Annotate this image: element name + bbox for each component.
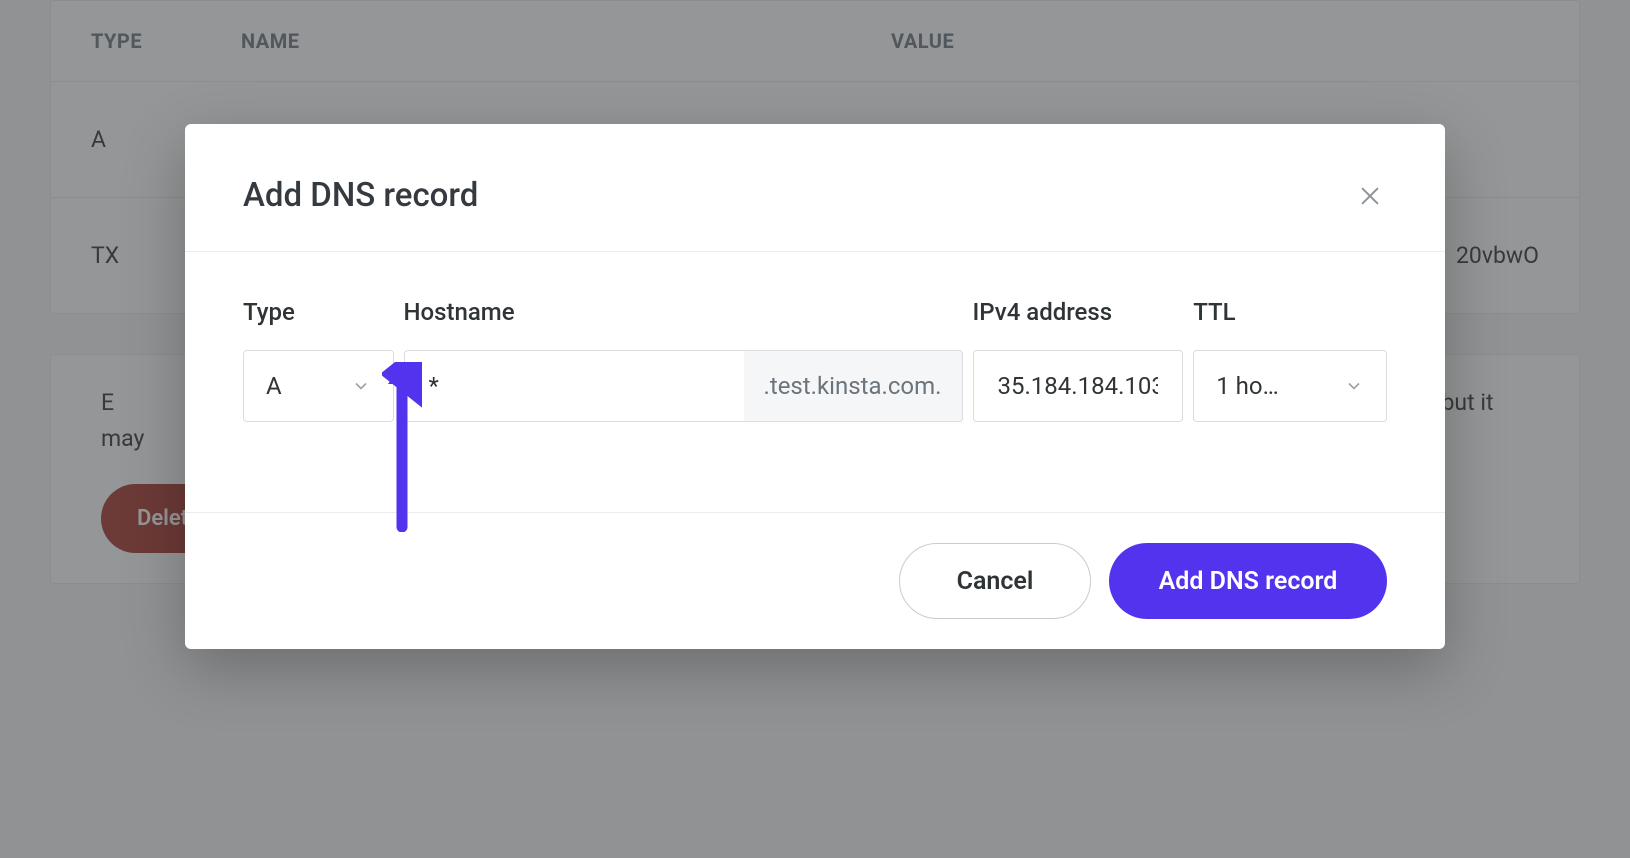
ttl-select[interactable]: 1 ho… bbox=[1193, 350, 1387, 422]
ipv4-input[interactable] bbox=[996, 351, 1161, 421]
close-button[interactable] bbox=[1353, 179, 1387, 213]
label-type: Type bbox=[243, 298, 394, 326]
field-ipv4: IPv4 address bbox=[973, 298, 1184, 422]
submit-label: Add DNS record bbox=[1159, 567, 1338, 596]
cancel-button[interactable]: Cancel bbox=[899, 543, 1091, 619]
modal-header: Add DNS record bbox=[185, 124, 1445, 252]
label-ttl: TTL bbox=[1193, 298, 1387, 326]
field-ttl: TTL 1 ho… bbox=[1193, 298, 1387, 422]
submit-button[interactable]: Add DNS record bbox=[1109, 543, 1387, 619]
cancel-label: Cancel bbox=[957, 567, 1034, 596]
modal-title: Add DNS record bbox=[243, 176, 478, 215]
type-select[interactable]: A bbox=[243, 350, 394, 422]
hostname-input-wrap bbox=[404, 350, 744, 422]
ipv4-input-wrap bbox=[973, 350, 1184, 422]
field-hostname: Hostname .test.kinsta.com. bbox=[404, 298, 963, 422]
chevron-down-icon bbox=[1344, 376, 1364, 396]
type-select-value: A bbox=[266, 372, 282, 400]
modal-overlay: Add DNS record Type A Hostname bbox=[0, 0, 1630, 858]
label-hostname: Hostname bbox=[404, 298, 963, 326]
field-type: Type A bbox=[243, 298, 394, 422]
modal-body: Type A Hostname .test.kinsta.com. bbox=[185, 252, 1445, 512]
modal-footer: Cancel Add DNS record bbox=[185, 512, 1445, 649]
chevron-down-icon bbox=[351, 376, 371, 396]
add-dns-record-modal: Add DNS record Type A Hostname bbox=[185, 124, 1445, 649]
label-ipv4: IPv4 address bbox=[973, 298, 1184, 326]
close-icon bbox=[1359, 183, 1381, 209]
hostname-input[interactable] bbox=[427, 351, 722, 421]
ttl-select-value: 1 ho… bbox=[1216, 372, 1278, 400]
hostname-suffix: .test.kinsta.com. bbox=[744, 350, 963, 422]
